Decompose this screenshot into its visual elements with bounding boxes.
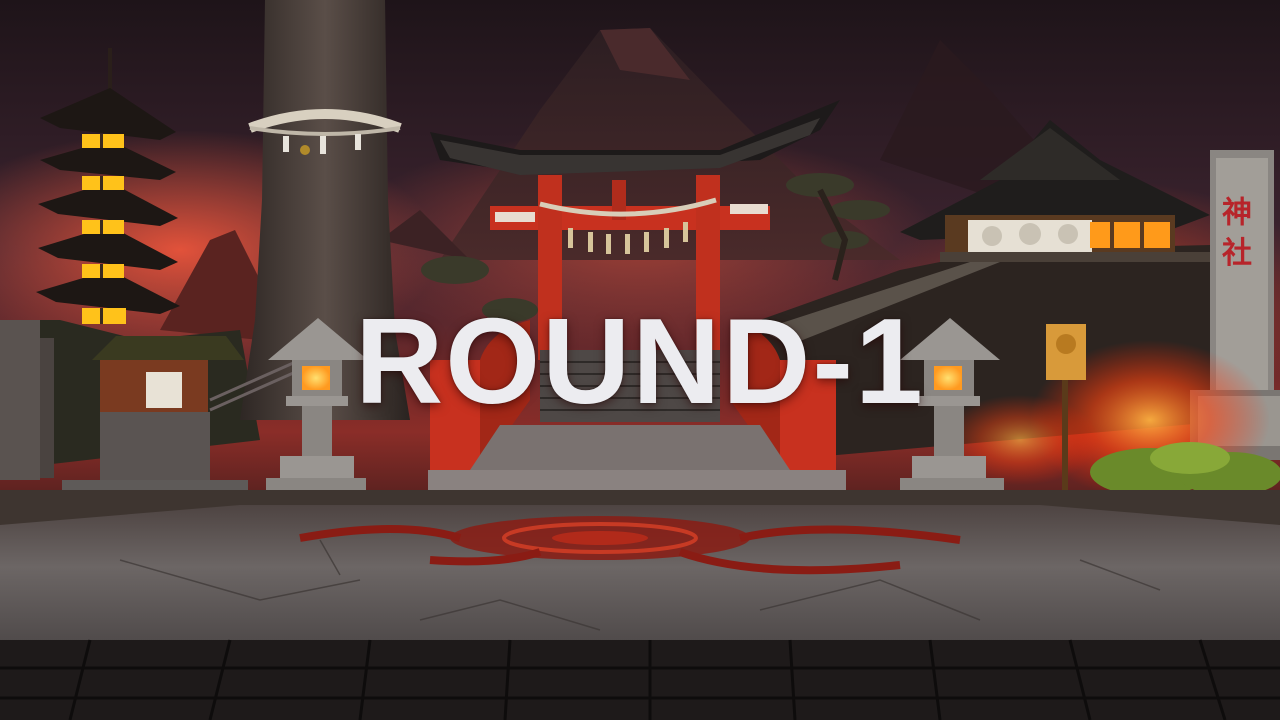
pillar-inscription: 神 社 (1216, 196, 1251, 267)
game-stage: 神 社 ROUND-1 (0, 0, 1280, 720)
background-scene (0, 0, 1280, 720)
